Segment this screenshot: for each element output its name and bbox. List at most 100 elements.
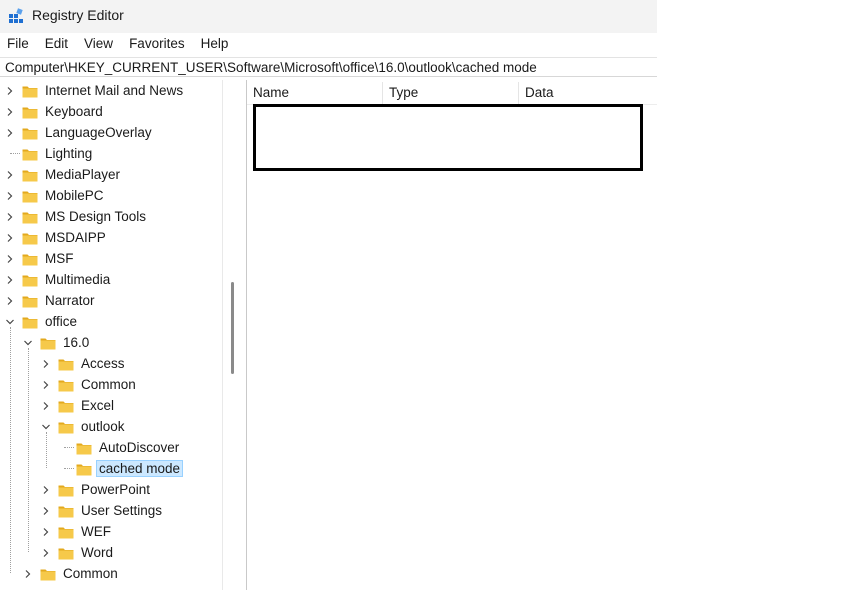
tree-guide-line [10,327,11,573]
tree-item[interactable]: Word [40,542,116,563]
menu-help[interactable]: Help [193,33,237,55]
expand-toggle[interactable] [40,379,52,391]
chevron-right-icon [7,86,13,95]
tree-item[interactable]: Keyboard [4,101,106,122]
list-header: Name Type Data [247,82,657,105]
chevron-right-icon [43,527,49,536]
folder-icon [22,191,38,202]
tree-item[interactable]: MSDAIPP [4,227,109,248]
chevron-right-icon [43,380,49,389]
tree-guide-line [46,432,47,468]
expand-toggle[interactable] [22,568,34,580]
expand-toggle[interactable] [40,484,52,496]
tree-item[interactable]: Narrator [4,290,98,311]
chevron-right-icon [7,212,13,221]
tree-item[interactable]: Common [22,563,121,584]
tree-item[interactable]: Internet Mail and News [4,80,186,101]
tree-scrollbar-thumb[interactable] [231,282,234,374]
column-header-data[interactable]: Data [519,82,657,104]
tree-item[interactable]: cached mode [58,458,184,479]
expand-toggle[interactable] [40,358,52,370]
tree-scrollbar[interactable] [222,80,242,590]
tree-item-label: LanguageOverlay [45,125,152,140]
tree-item[interactable]: MSF [4,248,77,269]
tree-connector [10,153,20,154]
folder-icon [22,212,38,223]
tree-item-label: MS Design Tools [45,209,147,224]
expand-toggle[interactable] [4,211,16,223]
menu-file[interactable]: File [0,33,37,55]
tree-item-label: Common [81,377,136,392]
registry-editor-icon [9,8,23,23]
tree-item-label: office [45,314,78,329]
chevron-right-icon [7,275,13,284]
tree-item[interactable]: Common [40,374,139,395]
expand-toggle[interactable] [4,127,16,139]
chevron-right-icon [43,485,49,494]
tree-item[interactable]: MobilePC [4,185,107,206]
folder-icon [58,527,74,538]
expand-toggle[interactable] [4,316,16,328]
tree-item-label: Excel [81,398,115,413]
expand-toggle[interactable] [4,274,16,286]
expand-toggle[interactable] [40,526,52,538]
title-bar[interactable]: Registry Editor [0,0,657,33]
expand-toggle[interactable] [4,295,16,307]
folder-icon [22,86,38,97]
folder-icon [22,296,38,307]
tree-item[interactable]: MS Design Tools [4,206,149,227]
tree-item[interactable]: Excel [40,395,117,416]
folder-icon [58,380,74,391]
tree-item-label: cached mode [96,460,184,477]
expand-toggle[interactable] [4,190,16,202]
column-header-type[interactable]: Type [383,82,519,104]
menu-bar: File Edit View Favorites Help [0,33,657,55]
tree-connector [64,468,74,469]
tree-item-label: Multimedia [45,272,111,287]
values-list[interactable]: Name Type Data [247,80,657,590]
menu-favorites[interactable]: Favorites [121,33,193,55]
tree-item[interactable]: PowerPoint [40,479,153,500]
tree-item[interactable]: AutoDiscover [58,437,182,458]
folder-icon [22,107,38,118]
expand-toggle[interactable] [4,232,16,244]
expand-toggle[interactable] [40,421,52,433]
chevron-right-icon [43,506,49,515]
menu-view[interactable]: View [76,33,121,55]
expand-toggle[interactable] [22,337,34,349]
chevron-right-icon [43,359,49,368]
folder-icon [58,359,74,370]
expand-toggle[interactable] [4,169,16,181]
expand-toggle[interactable] [4,85,16,97]
tree-item[interactable]: office [4,311,80,332]
expand-toggle[interactable] [4,106,16,118]
folder-icon [58,506,74,517]
tree-item[interactable]: Multimedia [4,269,113,290]
expand-toggle[interactable] [40,400,52,412]
tree-item[interactable]: WEF [40,521,114,542]
folder-icon [58,485,74,496]
address-bar[interactable]: Computer\HKEY_CURRENT_USER\Software\Micr… [0,57,657,77]
redaction-box [253,104,643,171]
folder-icon [76,443,92,454]
folder-icon [76,464,92,475]
tree-item[interactable]: Access [40,353,128,374]
tree-item[interactable]: 16.0 [22,332,92,353]
chevron-right-icon [25,569,31,578]
column-header-name[interactable]: Name [247,82,383,104]
tree-item[interactable]: MediaPlayer [4,164,123,185]
tree-item[interactable]: User Settings [40,500,165,521]
tree-item-label: outlook [81,419,125,434]
folder-icon [40,338,56,349]
folder-icon [22,254,38,265]
expand-toggle[interactable] [4,253,16,265]
key-tree[interactable]: Internet Mail and News Keyboard LanguageOv… [0,80,243,590]
expand-toggle[interactable] [40,547,52,559]
tree-item-label: MSDAIPP [45,230,106,245]
expand-toggle[interactable] [40,505,52,517]
tree-item[interactable]: LanguageOverlay [4,122,155,143]
tree-item[interactable]: outlook [40,416,128,437]
folder-icon [58,548,74,559]
menu-edit[interactable]: Edit [37,33,76,55]
registry-editor-window: Registry Editor File Edit View Favorites… [0,0,657,590]
